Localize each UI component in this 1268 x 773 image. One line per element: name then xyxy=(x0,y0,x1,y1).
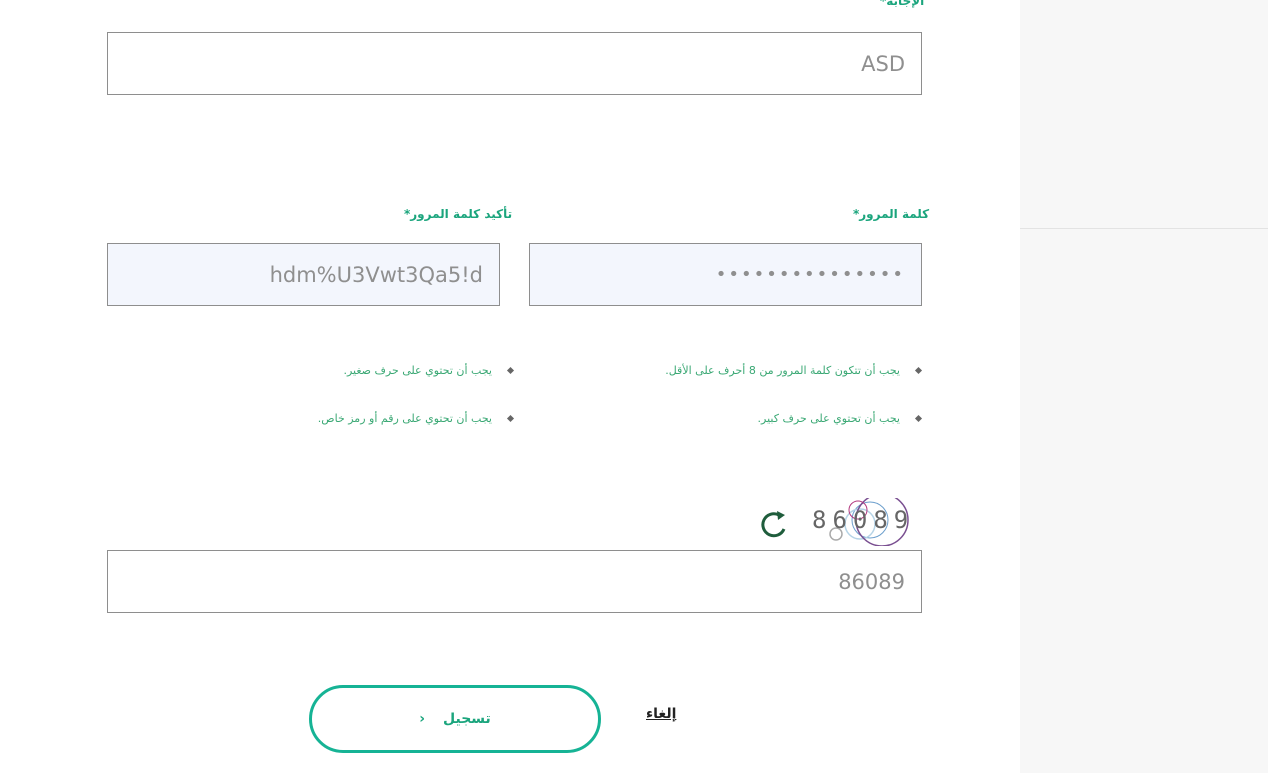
answer-label: الإجابة* xyxy=(880,0,925,8)
side-panel xyxy=(1020,0,1268,773)
confirm-password-input[interactable] xyxy=(107,243,500,306)
rule-min-length: يجب أن تتكون كلمة المرور من 8 أحرف على ا… xyxy=(665,364,923,377)
register-button[interactable]: تسجيل ‹ xyxy=(309,685,601,753)
side-panel-divider xyxy=(1020,228,1268,229)
confirm-password-label: تأكيد كلمة المرور* xyxy=(404,207,513,221)
chevron-left-icon: ‹ xyxy=(419,711,425,727)
captcha-text: 86089 xyxy=(812,506,914,534)
captcha-image: 86089 xyxy=(812,498,914,546)
cancel-link[interactable]: إلغاء xyxy=(646,706,676,722)
bullet-icon xyxy=(914,366,923,375)
bullet-icon xyxy=(914,414,923,423)
password-label: كلمة المرور* xyxy=(853,207,930,221)
refresh-captcha-icon[interactable] xyxy=(757,507,791,541)
password-input[interactable] xyxy=(529,243,922,306)
rule-number-symbol: يجب أن تحتوي على رقم أو رمز خاص. xyxy=(318,412,515,425)
rule-lowercase: يجب أن تحتوي على حرف صغير. xyxy=(343,364,515,377)
answer-input[interactable] xyxy=(107,32,922,95)
captcha-input[interactable] xyxy=(107,550,922,613)
bullet-icon xyxy=(506,366,515,375)
register-button-label: تسجيل xyxy=(442,711,491,727)
rule-uppercase: يجب أن تحتوي على حرف كبير. xyxy=(758,412,923,425)
bullet-icon xyxy=(506,414,515,423)
